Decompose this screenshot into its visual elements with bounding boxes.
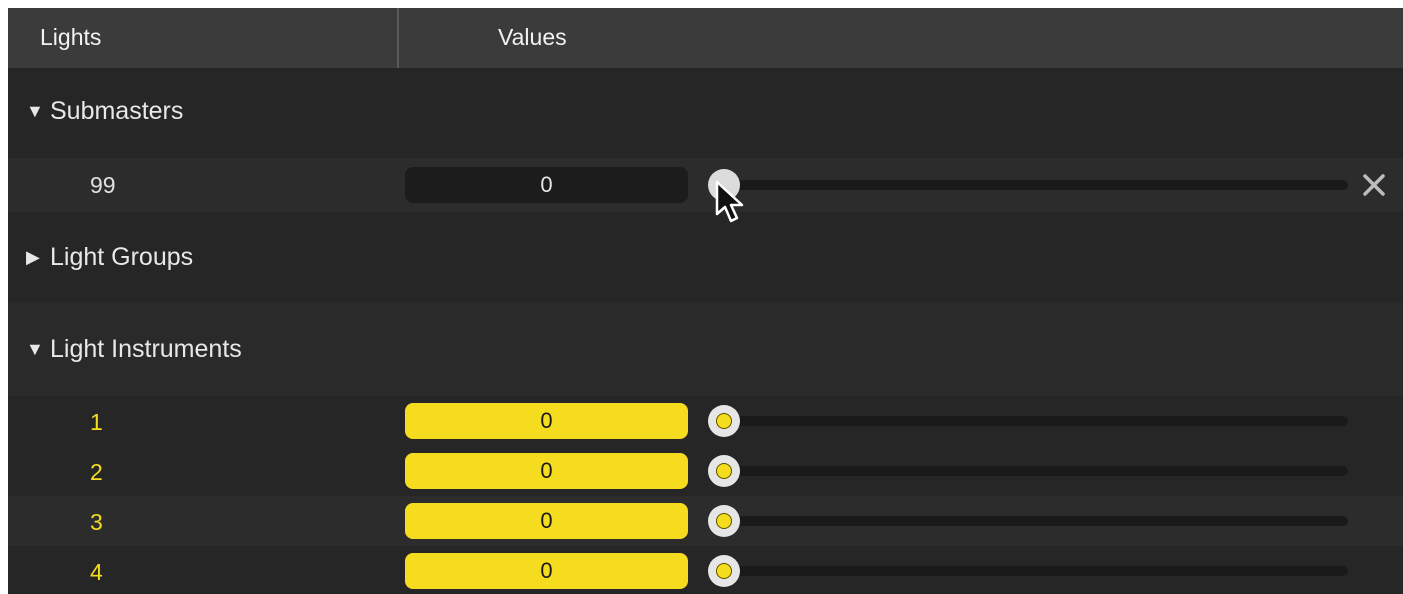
submaster-number: 99 [90,172,116,198]
column-header: Lights Values [8,8,1403,68]
instrument-slider-track[interactable] [732,516,1348,526]
instrument-row: 1 0 [8,396,1403,446]
triangle-down-icon[interactable]: ▼ [26,101,50,122]
submaster-slider-track[interactable] [732,180,1348,190]
instrument-number: 4 [90,559,103,585]
instrument-row: 4 0 [8,546,1403,594]
lights-column-header[interactable]: Lights [40,8,101,68]
instrument-slider-knob[interactable] [708,455,740,487]
instrument-color-dot [716,513,732,529]
instrument-slider-knob[interactable] [708,505,740,537]
light-instruments-section-header[interactable]: ▼ Light Instruments [8,302,1403,396]
submasters-section-header[interactable]: ▼ Submasters [8,68,1403,158]
instrument-value-field[interactable]: 0 [405,453,688,489]
instrument-slider-track[interactable] [732,416,1348,426]
submaster-row: 99 0 [8,158,1403,212]
triangle-down-icon[interactable]: ▼ [26,339,50,360]
instrument-slider-track[interactable] [732,566,1348,576]
instrument-number: 1 [90,409,103,435]
instrument-slider-knob[interactable] [708,555,740,587]
light-groups-label: Light Groups [50,243,194,271]
instrument-number: 2 [90,459,103,485]
submasters-label: Submasters [50,97,184,125]
submasters-title[interactable]: ▼ Submasters [26,97,183,126]
instrument-value-field[interactable]: 0 [405,403,688,439]
light-instruments-label: Light Instruments [50,335,242,363]
light-groups-section-header[interactable]: ▶ Light Groups [8,212,1403,302]
instrument-row: 3 0 [8,496,1403,546]
light-groups-title[interactable]: ▶ Light Groups [26,243,193,272]
instrument-slider-knob[interactable] [708,405,740,437]
instrument-color-dot [716,563,732,579]
column-divider[interactable] [397,8,399,68]
instrument-slider-track[interactable] [732,466,1348,476]
close-icon[interactable] [1360,171,1388,199]
light-instruments-title[interactable]: ▼ Light Instruments [26,335,242,364]
values-column-header[interactable]: Values [498,8,567,68]
instrument-color-dot [716,413,732,429]
instrument-value-field[interactable]: 0 [405,553,688,589]
instrument-value-field[interactable]: 0 [405,503,688,539]
triangle-right-icon[interactable]: ▶ [26,247,50,268]
submaster-value-field[interactable]: 0 [405,167,688,203]
instrument-number: 3 [90,509,103,535]
instrument-color-dot [716,463,732,479]
lights-panel: Lights Values ▼ Submasters 99 0 ▶ Light Gr… [8,8,1403,594]
mouse-pointer-icon [715,180,744,223]
instrument-row: 2 0 [8,446,1403,496]
